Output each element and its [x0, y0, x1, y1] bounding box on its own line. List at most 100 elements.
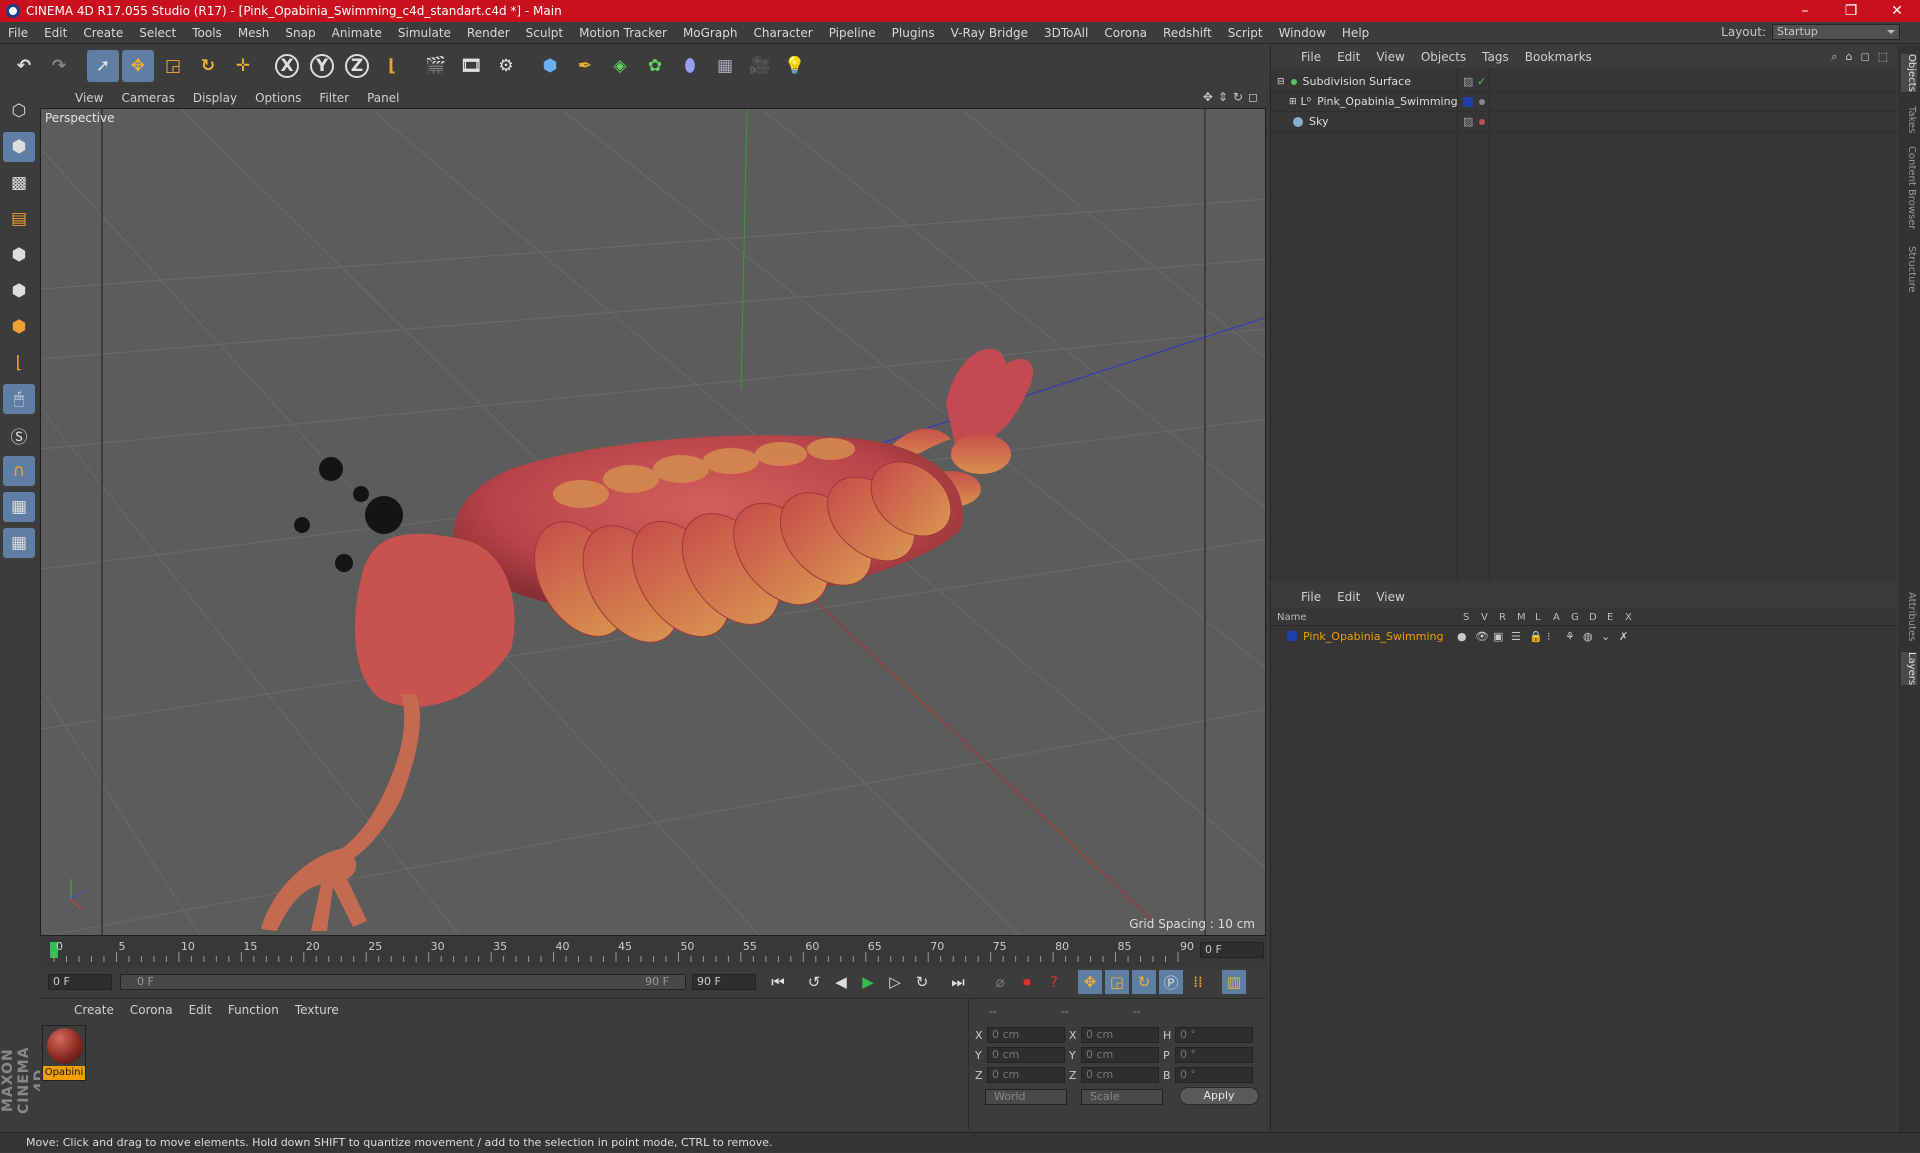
viewport-maximize-icon[interactable]: ◻ [1248, 90, 1258, 104]
menu-snap[interactable]: Snap [277, 26, 323, 40]
position-x-field[interactable]: 0 cm [987, 1027, 1065, 1043]
view-icon[interactable]: 👁 [1475, 630, 1493, 643]
redo-icon[interactable]: ↷ [43, 50, 75, 82]
floor-icon[interactable]: ▦ [709, 50, 741, 82]
collapse-icon[interactable]: ⊟ [1277, 77, 1285, 87]
position-y-field[interactable]: 0 cm [987, 1047, 1065, 1063]
menu-select[interactable]: Select [131, 26, 184, 40]
coordinate-system-icon[interactable]: ⌊ [376, 50, 408, 82]
animation-icon[interactable]: ⁝ [1547, 630, 1565, 643]
magnet-icon[interactable]: ∩ [3, 456, 35, 486]
solo-icon[interactable]: ● [1457, 630, 1475, 643]
size-x-field[interactable]: 0 cm [1081, 1027, 1159, 1043]
viewport-menu-panel[interactable]: Panel [358, 91, 408, 105]
object-menu-view[interactable]: View [1368, 50, 1412, 64]
menu-plugins[interactable]: Plugins [884, 26, 943, 40]
perspective-viewport[interactable]: Perspective Grid Spacing : 10 cm [40, 108, 1266, 936]
light-icon[interactable]: 💡 [779, 50, 811, 82]
step-back-icon[interactable]: ◀ [829, 970, 853, 994]
menu-edit[interactable]: Edit [36, 26, 75, 40]
scale-icon[interactable]: ◲ [157, 50, 189, 82]
subdivision-icon[interactable]: ◈ [604, 50, 636, 82]
timeline-window-icon[interactable]: ▥ [1222, 970, 1246, 994]
go-to-previous-key-icon[interactable]: ↺ [802, 970, 826, 994]
menu-redshift[interactable]: Redshift [1155, 26, 1220, 40]
edges-mode-icon[interactable]: ⬢ [3, 276, 35, 306]
minimize-button[interactable]: – [1782, 0, 1828, 22]
generators-icon[interactable]: ⚘ [1565, 630, 1583, 643]
maximize-button[interactable]: ❐ [1828, 0, 1874, 22]
snap-icon[interactable]: Ⓢ [3, 420, 35, 450]
material-menu-function[interactable]: Function [220, 1003, 287, 1017]
live-select-icon[interactable]: ✛ [227, 50, 259, 82]
key-points-icon[interactable]: ⁞⁞ [1186, 970, 1210, 994]
position-z-field[interactable]: 0 cm [987, 1067, 1065, 1083]
viewport-menu-filter[interactable]: Filter [310, 91, 358, 105]
render-icon[interactable]: ▣ [1493, 630, 1511, 643]
pen-spline-icon[interactable]: ✒ [569, 50, 601, 82]
close-button[interactable]: ✕ [1874, 0, 1920, 22]
rotation-h-field[interactable]: 0 ° [1175, 1027, 1253, 1043]
menu-simulate[interactable]: Simulate [390, 26, 459, 40]
key-parameter-icon[interactable]: Ⓟ [1159, 970, 1183, 994]
panel-maximize-icon[interactable]: ⬚ [1878, 50, 1888, 64]
end-frame-field[interactable]: 90 F [692, 974, 756, 990]
undo-icon[interactable]: ↶ [8, 50, 40, 82]
new-window-icon[interactable]: ◻ [1860, 50, 1869, 64]
visibility-dot-icon[interactable] [1479, 118, 1485, 125]
axis-mode-icon[interactable]: ⌊ [3, 348, 35, 378]
deformers-icon[interactable]: ◍ [1583, 630, 1601, 643]
object-row-sky[interactable]: Sky ▨ [1271, 112, 1897, 132]
z-axis-icon[interactable]: Z [341, 50, 373, 82]
go-to-next-key-icon[interactable]: ↻ [910, 970, 934, 994]
menu-file[interactable]: File [0, 26, 36, 40]
size-y-field[interactable]: 0 cm [1081, 1047, 1159, 1063]
expressions-icon[interactable]: ⌄ [1601, 630, 1619, 643]
make-editable-icon[interactable]: ⬡ [3, 96, 35, 126]
render-view-icon[interactable]: 🎬 [420, 50, 452, 82]
grid-snap-icon[interactable]: ▦ [3, 528, 35, 558]
play-icon[interactable]: ▶ [856, 970, 880, 994]
menu-vray-bridge[interactable]: V-Ray Bridge [943, 26, 1036, 40]
lock-workplane-icon[interactable]: ▦ [3, 492, 35, 522]
menu-window[interactable]: Window [1271, 26, 1334, 40]
object-menu-bookmarks[interactable]: Bookmarks [1517, 50, 1600, 64]
home-icon[interactable]: ⌂ [1845, 50, 1852, 64]
material-menu-create[interactable]: Create [66, 1003, 122, 1017]
material-swatch[interactable]: Opabini [42, 1025, 86, 1081]
object-row-subdivision-surface[interactable]: ⊟ Subdivision Surface ▨ ✓ [1271, 72, 1897, 92]
deformer-icon[interactable]: ⬮ [674, 50, 706, 82]
menu-sculpt[interactable]: Sculpt [518, 26, 571, 40]
menu-mograph[interactable]: MoGraph [675, 26, 746, 40]
menu-character[interactable]: Character [745, 26, 820, 40]
start-frame-field[interactable]: 0 F [48, 974, 112, 990]
visibility-dot-icon[interactable] [1479, 98, 1485, 105]
y-axis-icon[interactable]: Y [306, 50, 338, 82]
menu-render[interactable]: Render [459, 26, 518, 40]
current-frame-field[interactable]: 0 F [1200, 942, 1264, 958]
timeline-ruler[interactable]: 0 5 10 15 20 25 30 35 40 45 50 55 60 65 70 75 80 85 90 0 F [40, 938, 1266, 966]
viewport-menu-options[interactable]: Options [246, 91, 310, 105]
go-to-start-icon[interactable]: ⏮ [766, 970, 790, 994]
record-disabled-icon[interactable]: ⌀ [988, 970, 1012, 994]
tab-content-browser[interactable]: Content Browser [1901, 146, 1917, 229]
tab-objects[interactable]: Objects [1901, 54, 1917, 92]
cube-icon[interactable]: ⬢ [534, 50, 566, 82]
menu-3dtoall[interactable]: 3DToAll [1036, 26, 1096, 40]
material-menu-edit[interactable]: Edit [181, 1003, 220, 1017]
menu-corona[interactable]: Corona [1096, 26, 1155, 40]
autokey-icon[interactable]: ⏺ [1015, 970, 1039, 994]
menu-help[interactable]: Help [1334, 26, 1377, 40]
apply-button[interactable]: Apply [1179, 1087, 1259, 1105]
viewport-zoom-icon[interactable]: ⇕ [1218, 90, 1228, 104]
workplane-icon[interactable]: ▤ [3, 204, 35, 234]
size-z-field[interactable]: 0 cm [1081, 1067, 1159, 1083]
texture-mode-icon[interactable]: ▩ [3, 168, 35, 198]
rotate-icon[interactable]: ↻ [192, 50, 224, 82]
world-dropdown[interactable]: World [985, 1089, 1067, 1105]
manager-icon[interactable]: ☰ [1511, 630, 1529, 643]
mograph-cloner-icon[interactable]: ✿ [639, 50, 671, 82]
move-icon[interactable]: ✥ [122, 50, 154, 82]
layer-menu-view[interactable]: View [1368, 590, 1412, 604]
frame-range-slider[interactable]: 0 F 90 F [120, 974, 686, 990]
